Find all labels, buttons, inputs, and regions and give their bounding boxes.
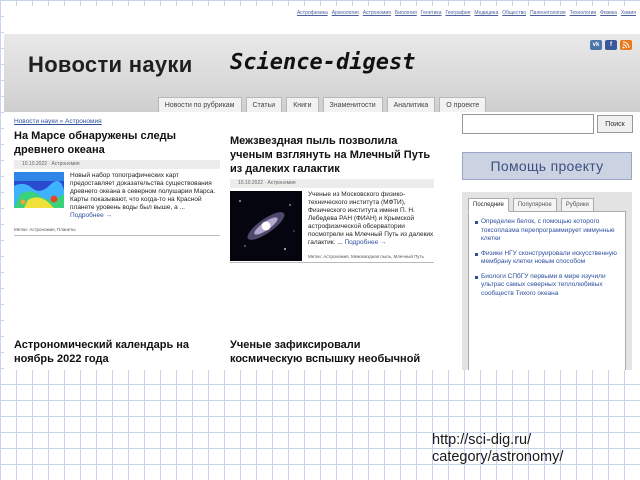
- galaxy-thumbnail[interactable]: [230, 191, 302, 264]
- read-more-link[interactable]: Подробнее →: [344, 239, 386, 246]
- tab-popular[interactable]: Популярное: [512, 198, 557, 212]
- article-title[interactable]: На Марсе обнаружены следы древнего океан…: [14, 129, 220, 157]
- list-item[interactable]: Биологи СПбГУ первыми в мире изучили уль…: [475, 273, 619, 299]
- search-form: Поиск: [462, 114, 640, 134]
- article-mars-ocean: Новости науки » Астрономия На Марсе обна…: [14, 118, 220, 236]
- facebook-icon[interactable]: f: [605, 40, 617, 50]
- top-nav-link[interactable]: Технологии: [570, 10, 597, 16]
- menu-item-analytics[interactable]: Аналитика: [386, 97, 436, 112]
- site-header: Новости науки Science-digest vk f Новост…: [4, 34, 640, 112]
- bullet-icon: [475, 275, 478, 279]
- site-logo-subtitle[interactable]: Science-digest: [230, 50, 415, 75]
- list-item[interactable]: Физики НГУ сконструировали искусственную…: [475, 250, 619, 267]
- menu-item-rubrics[interactable]: Новости по рубрикам: [157, 97, 242, 112]
- article-cosmic-flash: Ученые зафиксировали космическую вспышку…: [230, 338, 434, 369]
- top-nav-link[interactable]: Астрономия: [363, 10, 391, 16]
- site-logo-title[interactable]: Новости науки: [28, 52, 193, 78]
- search-input[interactable]: [462, 114, 594, 134]
- help-project-banner[interactable]: Помощь проекту: [462, 152, 632, 180]
- top-nav-link[interactable]: Генетика: [421, 10, 442, 16]
- top-nav-link[interactable]: Медицина: [474, 10, 498, 16]
- website-screenshot: Астрофизика Археология Астрономия Биолог…: [4, 6, 640, 370]
- top-nav-link[interactable]: Биология: [395, 10, 417, 16]
- breadcrumb[interactable]: Новости науки » Астрономия: [14, 118, 220, 126]
- menu-item-celebrities[interactable]: Знаменитости: [322, 97, 383, 112]
- article-tags: Метки: Астрономия, Планеты: [14, 226, 220, 236]
- caption-url[interactable]: http://sci-dig.ru/ category/astronomy/: [432, 432, 563, 466]
- article-title[interactable]: Ученые зафиксировали космическую вспышку…: [230, 338, 434, 366]
- article-meta: 10.10.2022 · Астрономия: [14, 160, 220, 169]
- menu-item-about[interactable]: О проекте: [439, 97, 487, 112]
- article-astro-calendar: Астрономический календарь на ноябрь 2022…: [14, 338, 220, 369]
- sidebar-tabs: Последние Популярное Рубрики: [468, 198, 626, 212]
- article-title[interactable]: Межзвездная пыль позволила ученым взглян…: [230, 134, 434, 176]
- top-nav-link[interactable]: География: [445, 10, 470, 16]
- top-nav-link[interactable]: Археология: [332, 10, 359, 16]
- main-menu: Новости по рубрикам Статьи Книги Знамени…: [4, 92, 640, 112]
- mars-map-thumbnail[interactable]: [14, 172, 64, 211]
- article-interstellar-dust: Межзвездная пыль позволила ученым взглян…: [230, 134, 434, 266]
- vk-icon[interactable]: vk: [590, 40, 602, 50]
- article-meta: 10.10.2022 · Астрономия: [230, 179, 434, 188]
- top-nav-link[interactable]: Палеонтология: [530, 10, 566, 16]
- sidebar-tabs-widget: Последние Популярное Рубрики Определен б…: [462, 192, 632, 370]
- latest-news-list: Определен белок, с помощью которого токс…: [468, 211, 626, 370]
- top-nav-link[interactable]: Химия: [621, 10, 636, 16]
- tab-rubrics[interactable]: Рубрики: [560, 198, 594, 212]
- list-item[interactable]: Определен белок, с помощью которого токс…: [475, 218, 619, 244]
- menu-item-articles[interactable]: Статьи: [245, 97, 283, 112]
- search-button[interactable]: Поиск: [597, 115, 633, 133]
- rss-icon[interactable]: [620, 40, 632, 50]
- top-category-nav: Астрофизика Археология Астрономия Биолог…: [4, 6, 640, 20]
- menu-item-books[interactable]: Книги: [286, 97, 319, 112]
- bullet-icon: [475, 252, 478, 256]
- top-nav-link[interactable]: Астрофизика: [297, 10, 328, 16]
- top-nav-link[interactable]: Общество: [502, 10, 526, 16]
- bullet-icon: [475, 221, 478, 224]
- social-links: vk f: [590, 40, 632, 50]
- article-title[interactable]: Астрономический календарь на ноябрь 2022…: [14, 338, 220, 366]
- sidebar: Поиск Помощь проекту Последние Популярно…: [462, 114, 640, 370]
- read-more-link[interactable]: Подробнее →: [70, 212, 112, 219]
- tab-latest[interactable]: Последние: [468, 198, 509, 212]
- top-nav-link[interactable]: Физика: [600, 10, 617, 16]
